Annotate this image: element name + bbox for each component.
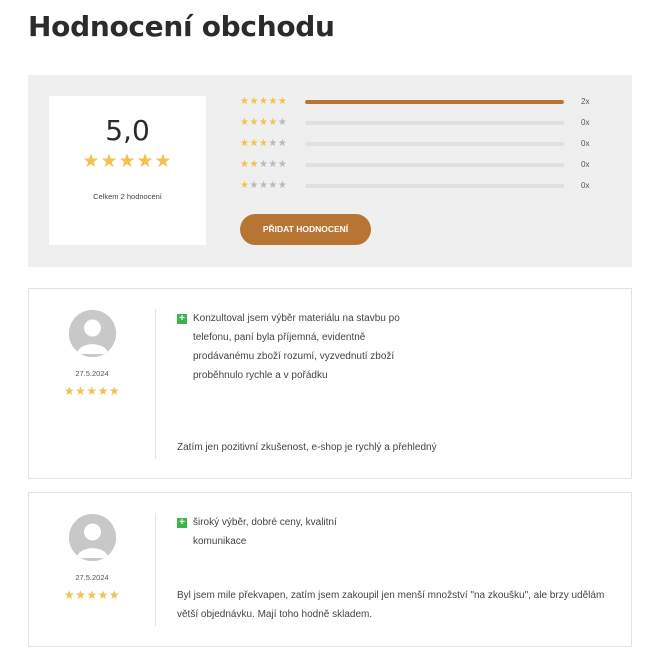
star-filled-icon: ★ (258, 96, 269, 107)
review-text: Byl jsem mile překvapen, zatím jsem zako… (177, 590, 605, 620)
rating-bar-track (305, 121, 564, 125)
review-stars-icon: ★★★★★ (63, 588, 121, 602)
rating-row-5-stars: ★★★★★ 2x (240, 96, 600, 108)
user-avatar-icon (69, 514, 116, 561)
add-rating-button[interactable]: PŘIDAT HODNOCENÍ (240, 214, 371, 245)
star-filled-icon: ★ (249, 96, 259, 107)
total-ratings-label: Celkem 2 hodnocení (93, 192, 162, 201)
star-icon-group: ★★★★★ (240, 96, 287, 108)
rating-bar-track (305, 184, 564, 188)
average-rating-box: 5,0 ★★★★★ Celkem 2 hodnocení (49, 96, 206, 245)
star-empty-icon: ★ (249, 180, 259, 191)
star-empty-icon: ★ (258, 159, 269, 170)
star-filled-icon: ★ (249, 117, 259, 128)
review-date: 27.5.2024 (75, 369, 109, 378)
star-filled-icon: ★ (268, 96, 278, 107)
rating-row-4-stars: ★★★★★ 0x (240, 117, 600, 129)
rating-bar-track (305, 142, 564, 146)
average-stars-icon: ★★★★★ (82, 150, 173, 172)
rating-count: 0x (581, 181, 590, 190)
plus-icon: + (177, 518, 187, 528)
review-divider (155, 309, 156, 459)
rating-row-3-stars: ★★★★★ 0x (240, 138, 600, 150)
rating-row-2-stars: ★★★★★ 0x (240, 159, 600, 171)
rating-count: 0x (581, 139, 590, 148)
review-card: 27.5.2024 ★★★★★ + Konzultoval jsem výběr… (28, 288, 632, 479)
review-card: 27.5.2024 ★★★★★ + široký výběr, dobré ce… (28, 492, 632, 647)
star-filled-icon: ★ (249, 159, 259, 170)
rating-summary-panel: 5,0 ★★★★★ Celkem 2 hodnocení ★★★★★ 2x ★★★★… (28, 75, 632, 267)
star-icon-group: ★★★★★ (240, 138, 287, 150)
star-empty-icon: ★ (277, 159, 288, 170)
star-empty-icon: ★ (268, 138, 278, 149)
page-title: Hodnocení obchodu (28, 10, 335, 43)
rating-count: 2x (581, 97, 590, 106)
plus-icon: + (177, 314, 187, 324)
review-pros: široký výběr, dobré ceny, kvalitní komun… (193, 517, 337, 547)
star-empty-icon: ★ (268, 180, 278, 191)
review-text: Zatím jen pozitivní zkušenost, e-shop je… (177, 442, 437, 453)
average-score: 5,0 (105, 114, 150, 147)
rating-count: 0x (581, 118, 590, 127)
review-date: 27.5.2024 (75, 573, 109, 582)
star-icon-group: ★★★★★ (240, 117, 287, 129)
star-filled-icon: ★ (277, 96, 288, 107)
rating-bar-track (305, 100, 564, 104)
review-divider (155, 513, 156, 626)
review-stars-icon: ★★★★★ (63, 384, 121, 398)
star-filled-icon: ★ (249, 138, 259, 149)
star-filled-icon: ★ (258, 117, 269, 128)
star-empty-icon: ★ (277, 117, 288, 128)
star-empty-icon: ★ (268, 159, 278, 170)
rating-count: 0x (581, 160, 590, 169)
star-filled-icon: ★ (258, 138, 269, 149)
star-filled-icon: ★ (268, 117, 278, 128)
rating-row-1-stars: ★★★★★ 0x (240, 180, 600, 192)
rating-bar-track (305, 163, 564, 167)
star-empty-icon: ★ (277, 138, 288, 149)
star-icon-group: ★★★★★ (240, 159, 287, 171)
review-pros: Konzultoval jsem výběr materiálu na stav… (193, 313, 400, 381)
star-empty-icon: ★ (277, 180, 288, 191)
star-empty-icon: ★ (258, 180, 269, 191)
star-icon-group: ★★★★★ (240, 180, 287, 192)
rating-bar-fill (305, 100, 564, 104)
user-avatar-icon (69, 310, 116, 357)
